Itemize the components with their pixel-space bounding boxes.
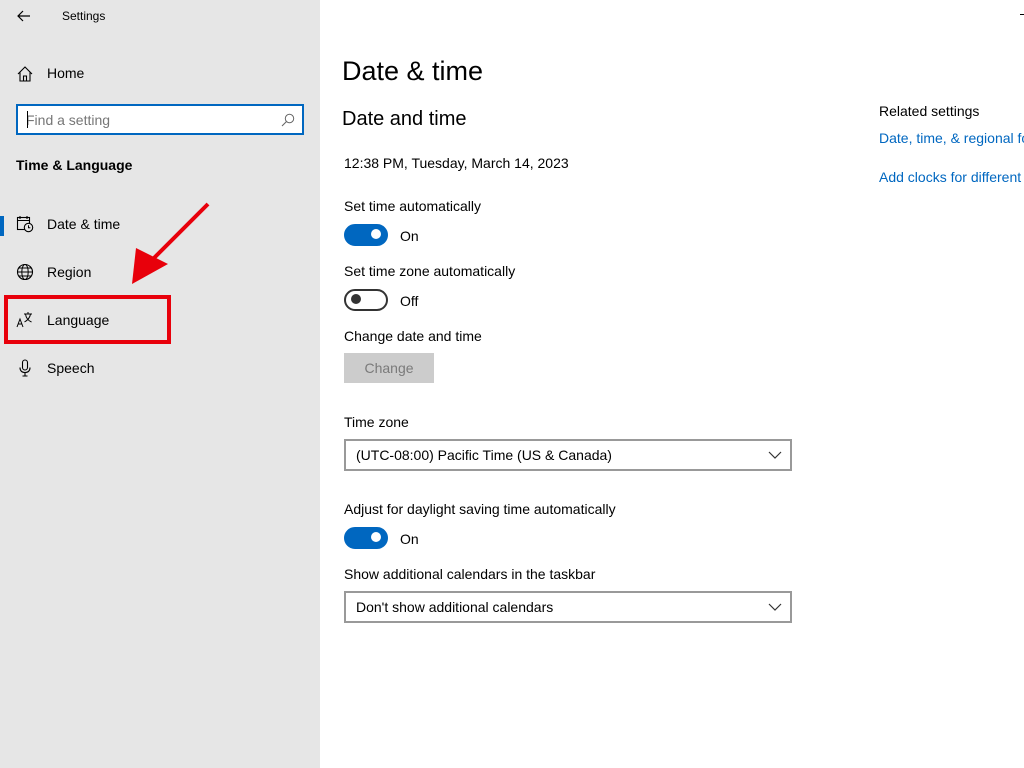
- selection-indicator: [0, 216, 4, 236]
- set-time-auto-label: Set time automatically: [344, 198, 481, 214]
- toggle-knob: [371, 229, 381, 239]
- current-datetime: 12:38 PM, Tuesday, March 14, 2023: [344, 155, 569, 171]
- chevron-down-icon: [768, 603, 782, 611]
- language-icon: [16, 312, 32, 328]
- sidebar-item-label: Region: [47, 264, 92, 280]
- back-arrow-icon: [17, 10, 30, 22]
- home-label: Home: [47, 65, 85, 81]
- sidebar-section-title: Time & Language: [16, 157, 133, 173]
- set-timezone-auto-label: Set time zone automatically: [344, 263, 516, 279]
- page-title: Date & time: [342, 56, 484, 86]
- set-time-auto-toggle[interactable]: [344, 224, 388, 246]
- daylight-saving-label: Adjust for daylight saving time automati…: [344, 501, 616, 517]
- calendar-clock-icon: [16, 216, 34, 233]
- additional-calendars-label: Show additional calendars in the taskbar: [344, 566, 596, 582]
- related-link-regional[interactable]: Date, time, & regional fo: [879, 130, 1024, 146]
- main-content: Date & time Date and time 12:38 PM, Tues…: [320, 0, 1024, 768]
- window-minimize-fragment[interactable]: [1020, 14, 1024, 15]
- search-input[interactable]: [26, 111, 266, 129]
- toggle-state-label: On: [400, 531, 419, 547]
- change-button[interactable]: Change: [344, 353, 434, 383]
- toggle-knob: [371, 532, 381, 542]
- toggle-state-label: Off: [400, 293, 419, 309]
- sidebar-item-speech[interactable]: Speech: [0, 348, 320, 388]
- back-button[interactable]: [13, 5, 35, 27]
- time-zone-label: Time zone: [344, 414, 409, 430]
- sidebar-item-label: Date & time: [47, 216, 121, 232]
- sidebar-item-region[interactable]: Region: [0, 252, 320, 292]
- toggle-state-label: On: [400, 228, 419, 244]
- search-icon[interactable]: [281, 113, 295, 127]
- sidebar-item-label: Language: [47, 312, 110, 328]
- sidebar-item-date-time[interactable]: Date & time: [0, 204, 320, 244]
- section-title: Date and time: [342, 108, 467, 130]
- set-timezone-auto-toggle[interactable]: [344, 289, 388, 311]
- toggle-knob: [351, 294, 361, 304]
- time-zone-dropdown[interactable]: (UTC-08:00) Pacific Time (US & Canada): [344, 439, 792, 471]
- chevron-down-icon: [768, 451, 782, 459]
- sidebar: Settings Home Time & Language Date & tim…: [0, 0, 320, 768]
- time-zone-value: (UTC-08:00) Pacific Time (US & Canada): [356, 447, 612, 463]
- sidebar-item-label: Speech: [47, 360, 95, 376]
- app-title: Settings: [62, 9, 106, 23]
- sidebar-item-home[interactable]: Home: [0, 57, 320, 89]
- change-date-time-label: Change date and time: [344, 328, 482, 344]
- globe-icon: [16, 263, 34, 281]
- related-settings-title: Related settings: [879, 103, 980, 119]
- daylight-saving-toggle[interactable]: [344, 527, 388, 549]
- text-cursor: [27, 111, 28, 128]
- search-box[interactable]: [16, 104, 304, 135]
- sidebar-item-language[interactable]: Language: [0, 300, 320, 340]
- related-link-add-clocks[interactable]: Add clocks for different: [879, 169, 1021, 185]
- additional-calendars-value: Don't show additional calendars: [356, 599, 554, 615]
- microphone-icon: [19, 359, 31, 377]
- additional-calendars-dropdown[interactable]: Don't show additional calendars: [344, 591, 792, 623]
- home-icon: [17, 66, 33, 82]
